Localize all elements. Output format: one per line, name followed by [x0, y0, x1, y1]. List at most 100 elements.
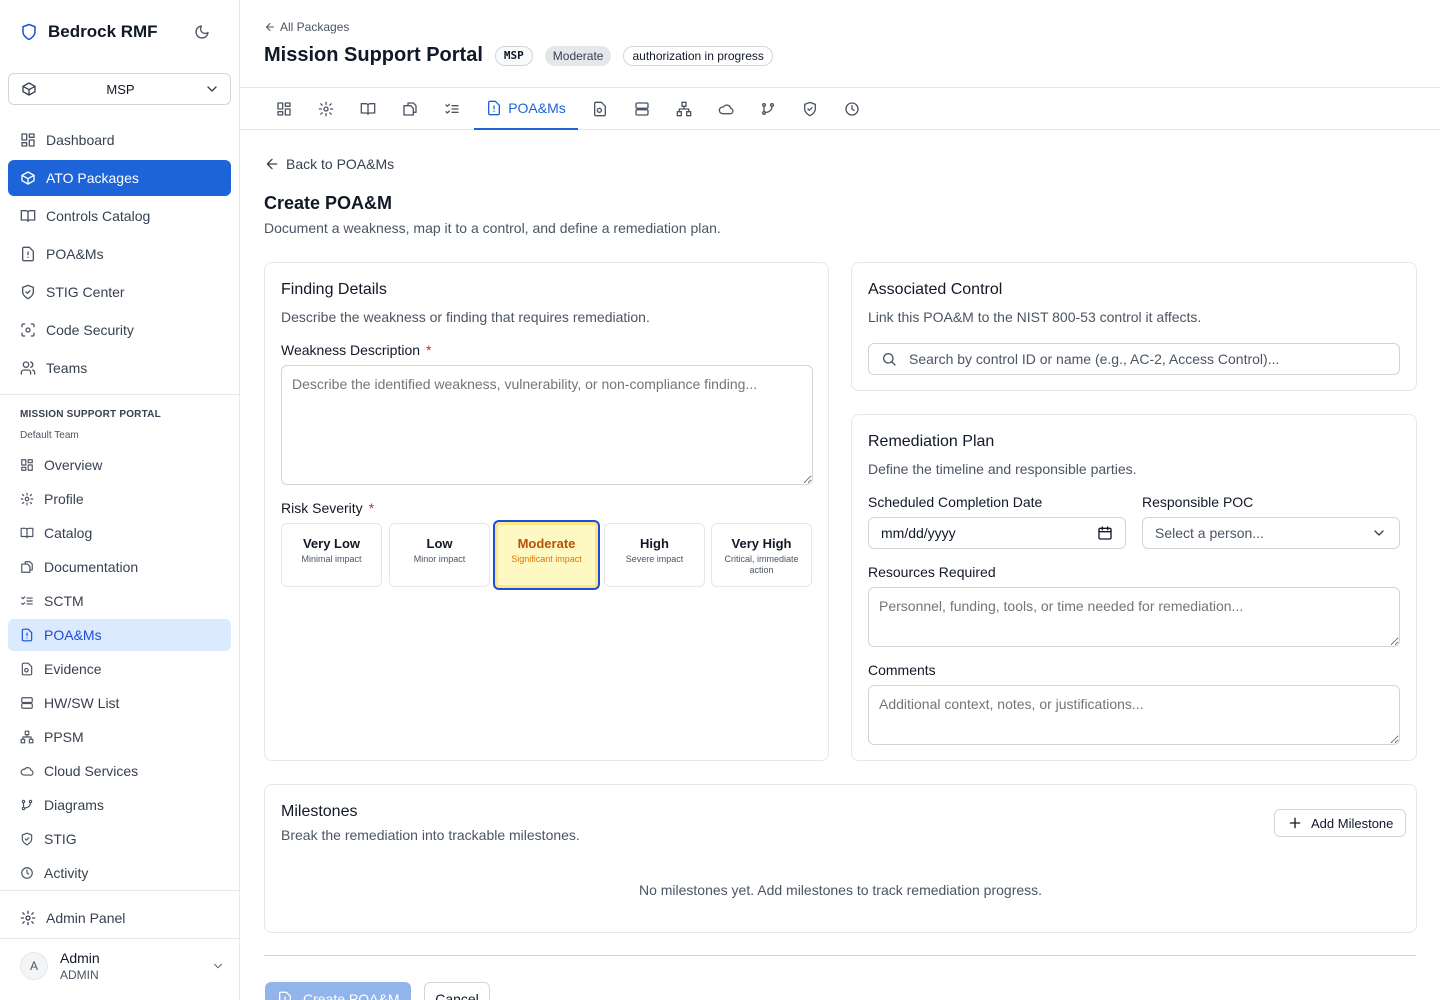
subnav-item-stig[interactable]: STIG: [8, 823, 231, 855]
divider: [0, 938, 239, 939]
shield-check-icon: [20, 284, 36, 300]
nav-label: Code Security: [46, 322, 134, 338]
title-row: Mission Support Portal MSP Moderate auth…: [264, 44, 773, 67]
severity-very-low[interactable]: Very Low Minimal impact: [281, 523, 382, 587]
subnav-label: HW/SW List: [44, 695, 120, 711]
subnav-item-documentation[interactable]: Documentation: [8, 551, 231, 583]
package-icon: [20, 170, 36, 186]
tab-poams[interactable]: POA&Ms: [474, 88, 578, 130]
severity-desc: Minimal impact: [301, 554, 362, 564]
file-alert-icon: [486, 100, 502, 116]
gear-icon: [20, 910, 36, 926]
nav-label: Controls Catalog: [46, 208, 151, 224]
network-icon: [676, 101, 692, 117]
milestones-card: Milestones Break the remediation into tr…: [264, 784, 1417, 933]
breadcrumb-label: All Packages: [280, 20, 350, 34]
tab-evidence[interactable]: [586, 88, 614, 130]
nav-item-teams[interactable]: Teams: [8, 350, 231, 386]
tab-hwsw-list[interactable]: [628, 88, 656, 130]
severity-desc: Significant impact: [511, 554, 582, 564]
users-icon: [20, 360, 36, 376]
back-to-poams-link[interactable]: Back to POA&Ms: [264, 156, 394, 172]
subnav-item-profile[interactable]: Profile: [8, 483, 231, 515]
admin-panel-link[interactable]: Admin Panel: [8, 900, 231, 936]
control-search-input[interactable]: Search by control ID or name (e.g., AC-2…: [868, 343, 1400, 375]
associated-control-card: Associated Control Link this POA&M to th…: [851, 262, 1417, 391]
network-icon: [20, 730, 34, 744]
nav-item-poams[interactable]: POA&Ms: [8, 236, 231, 272]
subnav-item-diagrams[interactable]: Diagrams: [8, 789, 231, 821]
required-mark: *: [426, 342, 432, 358]
tab-cloud-services[interactable]: [712, 88, 740, 130]
subnav-item-overview[interactable]: Overview: [8, 449, 231, 481]
resources-required-input[interactable]: [868, 587, 1400, 647]
nav-item-controls-catalog[interactable]: Controls Catalog: [8, 198, 231, 234]
shield-check-icon: [20, 832, 34, 846]
subnav-item-ppsm[interactable]: PPSM: [8, 721, 231, 753]
severity-desc: Severe impact: [625, 554, 684, 564]
dashboard-icon: [276, 101, 292, 117]
subnav-item-poams[interactable]: POA&Ms: [8, 619, 231, 651]
tab-ppsm[interactable]: [670, 88, 698, 130]
create-poam-button[interactable]: Create POA&M: [265, 982, 411, 1000]
finding-details-card: Finding Details Describe the weakness or…: [264, 262, 829, 761]
subnav-item-cloud-services[interactable]: Cloud Services: [8, 755, 231, 787]
severity-high[interactable]: High Severe impact: [604, 523, 705, 587]
comments-input[interactable]: [868, 685, 1400, 745]
nav-item-ato-packages[interactable]: ATO Packages: [8, 160, 231, 196]
impact-badge: Moderate: [544, 45, 612, 66]
shield-check-icon: [802, 101, 818, 117]
tab-overview[interactable]: [270, 88, 298, 130]
nav-item-code-security[interactable]: Code Security: [8, 312, 231, 348]
user-menu[interactable]: A Admin ADMIN: [20, 948, 225, 984]
tab-stig[interactable]: [796, 88, 824, 130]
subnav-item-evidence[interactable]: Evidence: [8, 653, 231, 685]
dashboard-icon: [20, 458, 34, 472]
subnav-label: STIG: [44, 831, 77, 847]
dashboard-icon: [20, 132, 36, 148]
severity-name: High: [640, 536, 669, 551]
severity-low[interactable]: Low Minor impact: [389, 523, 490, 587]
completion-date-label: Scheduled Completion Date: [868, 494, 1043, 510]
tab-documentation[interactable]: [396, 88, 424, 130]
severity-moderate[interactable]: Moderate Significant impact: [493, 520, 600, 590]
comments-label: Comments: [868, 662, 936, 678]
git-branch-icon: [20, 798, 34, 812]
package-select[interactable]: MSP: [8, 73, 231, 105]
brand[interactable]: Bedrock RMF: [20, 20, 158, 44]
moon-icon[interactable]: [194, 24, 210, 40]
package-section-subtitle: Default Team: [20, 430, 79, 441]
nav-item-dashboard[interactable]: Dashboard: [8, 122, 231, 158]
card-subtitle: Break the remediation into trackable mil…: [281, 827, 580, 843]
tab-diagrams[interactable]: [754, 88, 782, 130]
subnav-item-catalog[interactable]: Catalog: [8, 517, 231, 549]
cancel-button[interactable]: Cancel: [424, 982, 490, 1000]
subnav-item-sctm[interactable]: SCTM: [8, 585, 231, 617]
completion-date-input[interactable]: mm/dd/yyyy: [868, 517, 1126, 549]
cloud-icon: [718, 101, 734, 117]
tab-profile[interactable]: [312, 88, 340, 130]
subnav-label: Evidence: [44, 661, 102, 677]
severity-label: Risk Severity *: [281, 500, 374, 516]
list-check-icon: [444, 101, 460, 117]
tab-poams-label: POA&Ms: [508, 100, 566, 116]
gear-icon: [20, 492, 34, 506]
tab-sctm[interactable]: [438, 88, 466, 130]
weakness-description-input[interactable]: [281, 365, 813, 485]
breadcrumb[interactable]: All Packages: [264, 20, 349, 34]
add-milestone-label: Add Milestone: [1311, 815, 1394, 831]
tab-activity[interactable]: [838, 88, 866, 130]
file-search-icon: [20, 662, 34, 676]
card-title: Finding Details: [281, 281, 387, 298]
add-milestone-button[interactable]: Add Milestone: [1274, 809, 1407, 837]
subnav-item-hwsw-list[interactable]: HW/SW List: [8, 687, 231, 719]
subnav-label: PPSM: [44, 729, 84, 745]
responsible-poc-select[interactable]: Select a person...: [1142, 517, 1400, 549]
severity-very-high[interactable]: Very High Critical, immediate action: [711, 523, 812, 587]
tab-catalog[interactable]: [354, 88, 382, 130]
calendar-icon[interactable]: [1097, 525, 1113, 541]
subnav-item-activity[interactable]: Activity: [8, 857, 231, 889]
arrow-left-icon: [264, 21, 276, 33]
nav-item-stig-center[interactable]: STIG Center: [8, 274, 231, 310]
responsible-poc-label: Responsible POC: [1142, 494, 1254, 510]
